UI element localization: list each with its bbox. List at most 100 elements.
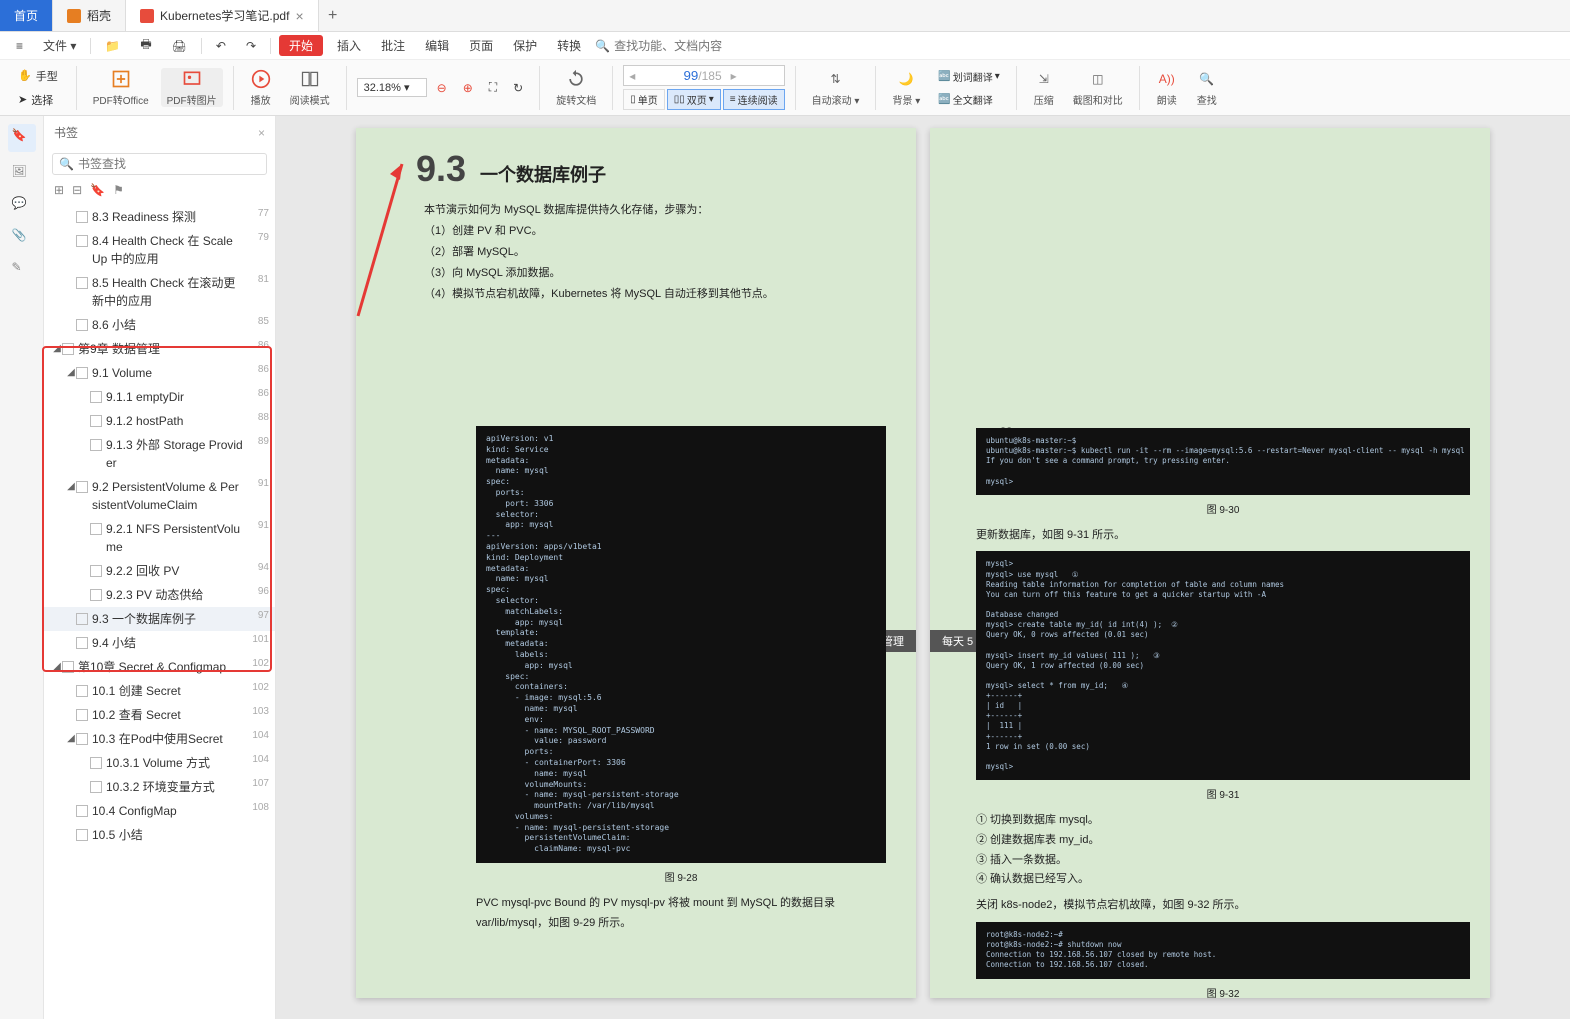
add-bookmark-icon[interactable]: 🔖 [90, 183, 105, 197]
single-page[interactable]: ▯ 单页 [623, 89, 665, 110]
collapse-all-icon[interactable]: ⊟ [72, 183, 82, 197]
read-aloud[interactable]: A))朗读 [1150, 68, 1184, 107]
menu-page[interactable]: 页面 [463, 35, 499, 56]
play-icon [250, 68, 272, 90]
bookmark-item[interactable]: 9.1.1 emptyDir86 [44, 385, 275, 409]
read-mode[interactable]: 阅读模式 [284, 68, 336, 107]
menu-edit[interactable]: 编辑 [419, 35, 455, 56]
word-translate[interactable]: 🔤 划词翻译 ▾ [932, 67, 1005, 86]
pdf-to-office[interactable]: PDF转Office [87, 68, 155, 107]
undo-icon[interactable]: ↶ [210, 37, 232, 55]
bookmark-item[interactable]: 8.5 Health Check 在滚动更新中的应用81 [44, 271, 275, 313]
global-search-input[interactable] [614, 39, 754, 53]
auto-scroll[interactable]: ⇅自动滚动 ▾ [806, 68, 866, 107]
print-icon[interactable]: 🖨 [166, 37, 193, 55]
notes-list: ① 切换到数据库 mysql。② 创建数据库表 my_id。③ 插入一条数据。④… [976, 811, 1470, 890]
sidebar-title: 书签 [54, 124, 78, 141]
menu-icon[interactable]: ≡ [10, 37, 29, 55]
fit-width-icon[interactable]: ⛶ [483, 78, 503, 97]
bookmark-item[interactable]: 10.4 ConfigMap108 [44, 799, 275, 823]
compress[interactable]: ⇲压缩 [1027, 68, 1061, 107]
bookmark-label: 9.1 Volume [92, 364, 247, 382]
fit-page-icon[interactable]: ↻ [507, 79, 529, 97]
select-tool[interactable]: ➤选择 [12, 90, 64, 110]
bookmark-flag-icon[interactable]: ⚑ [113, 183, 124, 197]
bookmark-search[interactable]: 🔍 [52, 153, 267, 175]
find[interactable]: 🔍查找 [1190, 68, 1224, 107]
left-rail: 🔖 🖼 💬 📎 ✎ [0, 116, 44, 1019]
zoom-level[interactable]: 32.18% ▾ [357, 78, 427, 97]
page-input-box[interactable]: ◂ /185 ▸ [623, 65, 784, 86]
bookmark-item[interactable]: 9.1.2 hostPath88 [44, 409, 275, 433]
double-page[interactable]: ▯▯ 双页 ▾ [667, 89, 721, 110]
play-button[interactable]: 播放 [244, 68, 278, 107]
bookmark-item[interactable]: 8.4 Health Check 在 Scale Up 中的应用79 [44, 229, 275, 271]
open-icon[interactable]: 📁 [99, 37, 126, 55]
bookmark-label: 10.3 在Pod中使用Secret [92, 730, 247, 748]
global-search[interactable]: 🔍 [595, 39, 754, 53]
expand-all-icon[interactable]: ⊞ [54, 183, 64, 197]
new-tab-button[interactable]: + [319, 0, 347, 31]
menu-convert[interactable]: 转换 [551, 35, 587, 56]
bookmark-label: 8.3 Readiness 探测 [92, 208, 247, 226]
bookmark-item[interactable]: 9.4 小结101 [44, 631, 275, 655]
bookmark-item[interactable]: 10.1 创建 Secret102 [44, 679, 275, 703]
bookmark-item[interactable]: 10.2 查看 Secret103 [44, 703, 275, 727]
hand-tool[interactable]: ✋手型 [12, 66, 64, 86]
comment-rail-icon[interactable]: 💬 [12, 196, 32, 216]
bookmark-item[interactable]: 9.2.1 NFS PersistentVolume91 [44, 517, 275, 559]
bookmark-page: 101 [247, 634, 269, 645]
continuous-read[interactable]: ≡ 连续阅读 [723, 89, 785, 110]
pdf-viewer[interactable]: 9.3 一个数据库例子 本节演示如何为 MySQL 数据库提供持久化存储，步骤为… [276, 116, 1570, 1019]
background[interactable]: 🌙背景 ▾ [886, 68, 926, 107]
full-translate[interactable]: 🔤 全文翻译 [932, 90, 1005, 109]
bookmark-leaf-icon [76, 613, 88, 625]
edit-rail-icon[interactable]: ✎ [12, 260, 32, 280]
close-icon[interactable]: × [295, 8, 303, 24]
tab-doc2[interactable]: Kubernetes学习笔记.pdf× [126, 0, 319, 31]
bookmark-item[interactable]: 9.3 一个数据库例子97 [44, 607, 275, 631]
bookmark-item[interactable]: ◢9.1 Volume86 [44, 361, 275, 385]
redo-icon[interactable]: ↷ [240, 37, 262, 55]
bookmark-item[interactable]: 10.5 小结 [44, 823, 275, 847]
bookmark-item[interactable]: 10.3.1 Volume 方式104 [44, 751, 275, 775]
bookmark-rail-icon[interactable]: 🔖 [8, 124, 36, 152]
zoom-out-icon[interactable]: ⊖ [431, 79, 453, 97]
bookmark-item[interactable]: ◢10.3 在Pod中使用Secret104 [44, 727, 275, 751]
fig-932: 图 9-32 [976, 985, 1470, 1000]
tab-home[interactable]: 首页 [0, 0, 53, 31]
menu-insert[interactable]: 插入 [331, 35, 367, 56]
convert-icon [110, 68, 132, 90]
attach-rail-icon[interactable]: 📎 [12, 228, 32, 248]
bookmark-item[interactable]: 8.6 小结85 [44, 313, 275, 337]
bookmark-label: 9.2.1 NFS PersistentVolume [106, 520, 247, 556]
bookmark-item[interactable]: ◢9.2 PersistentVolume & PersistentVolume… [44, 475, 275, 517]
tab-doc1[interactable]: 稻壳 [53, 0, 126, 31]
bookmark-item[interactable]: 9.2.2 回收 PV94 [44, 559, 275, 583]
bookmark-label: 9.4 小结 [92, 634, 247, 652]
bookmark-item[interactable]: ◢第9章 数据管理86 [44, 337, 275, 361]
bookmark-item[interactable]: 10.3.2 环境变量方式107 [44, 775, 275, 799]
save-icon[interactable]: 🖶 [134, 33, 157, 58]
menu-review[interactable]: 批注 [375, 35, 411, 56]
menu-protect[interactable]: 保护 [507, 35, 543, 56]
shutdown-text: 关闭 k8s-node2，模拟节点宕机故障，如图 9-32 所示。 [976, 896, 1470, 916]
bookmark-leaf-icon [90, 781, 102, 793]
zoom-in-icon[interactable]: ⊕ [457, 79, 479, 97]
bookmark-search-input[interactable] [78, 157, 260, 171]
screenshot-compare[interactable]: ◫截图和对比 [1067, 68, 1129, 107]
thumbnail-rail-icon[interactable]: 🖼 [12, 164, 32, 184]
page-current[interactable] [638, 68, 698, 83]
pdf-icon [140, 9, 154, 23]
rotate-doc[interactable]: 旋转文档 [550, 68, 602, 107]
file-menu[interactable]: 文件 ▾ [37, 35, 82, 56]
bookmark-item[interactable]: ◢第10章 Secret & Configmap102 [44, 655, 275, 679]
bookmark-item[interactable]: 9.2.3 PV 动态供给96 [44, 583, 275, 607]
pdf-to-image[interactable]: PDF转图片 [161, 68, 223, 107]
bookmark-item[interactable]: 8.3 Readiness 探测77 [44, 205, 275, 229]
bookmark-label: 8.4 Health Check 在 Scale Up 中的应用 [92, 232, 247, 268]
menu-start[interactable]: 开始 [279, 35, 323, 56]
pdf-page-right: 88 每天 5 分钟玩转 Kubernetes ubuntu@k8s-maste… [930, 128, 1490, 998]
bookmark-item[interactable]: 9.1.3 外部 Storage Provider89 [44, 433, 275, 475]
sidebar-close-icon[interactable]: × [258, 126, 265, 140]
